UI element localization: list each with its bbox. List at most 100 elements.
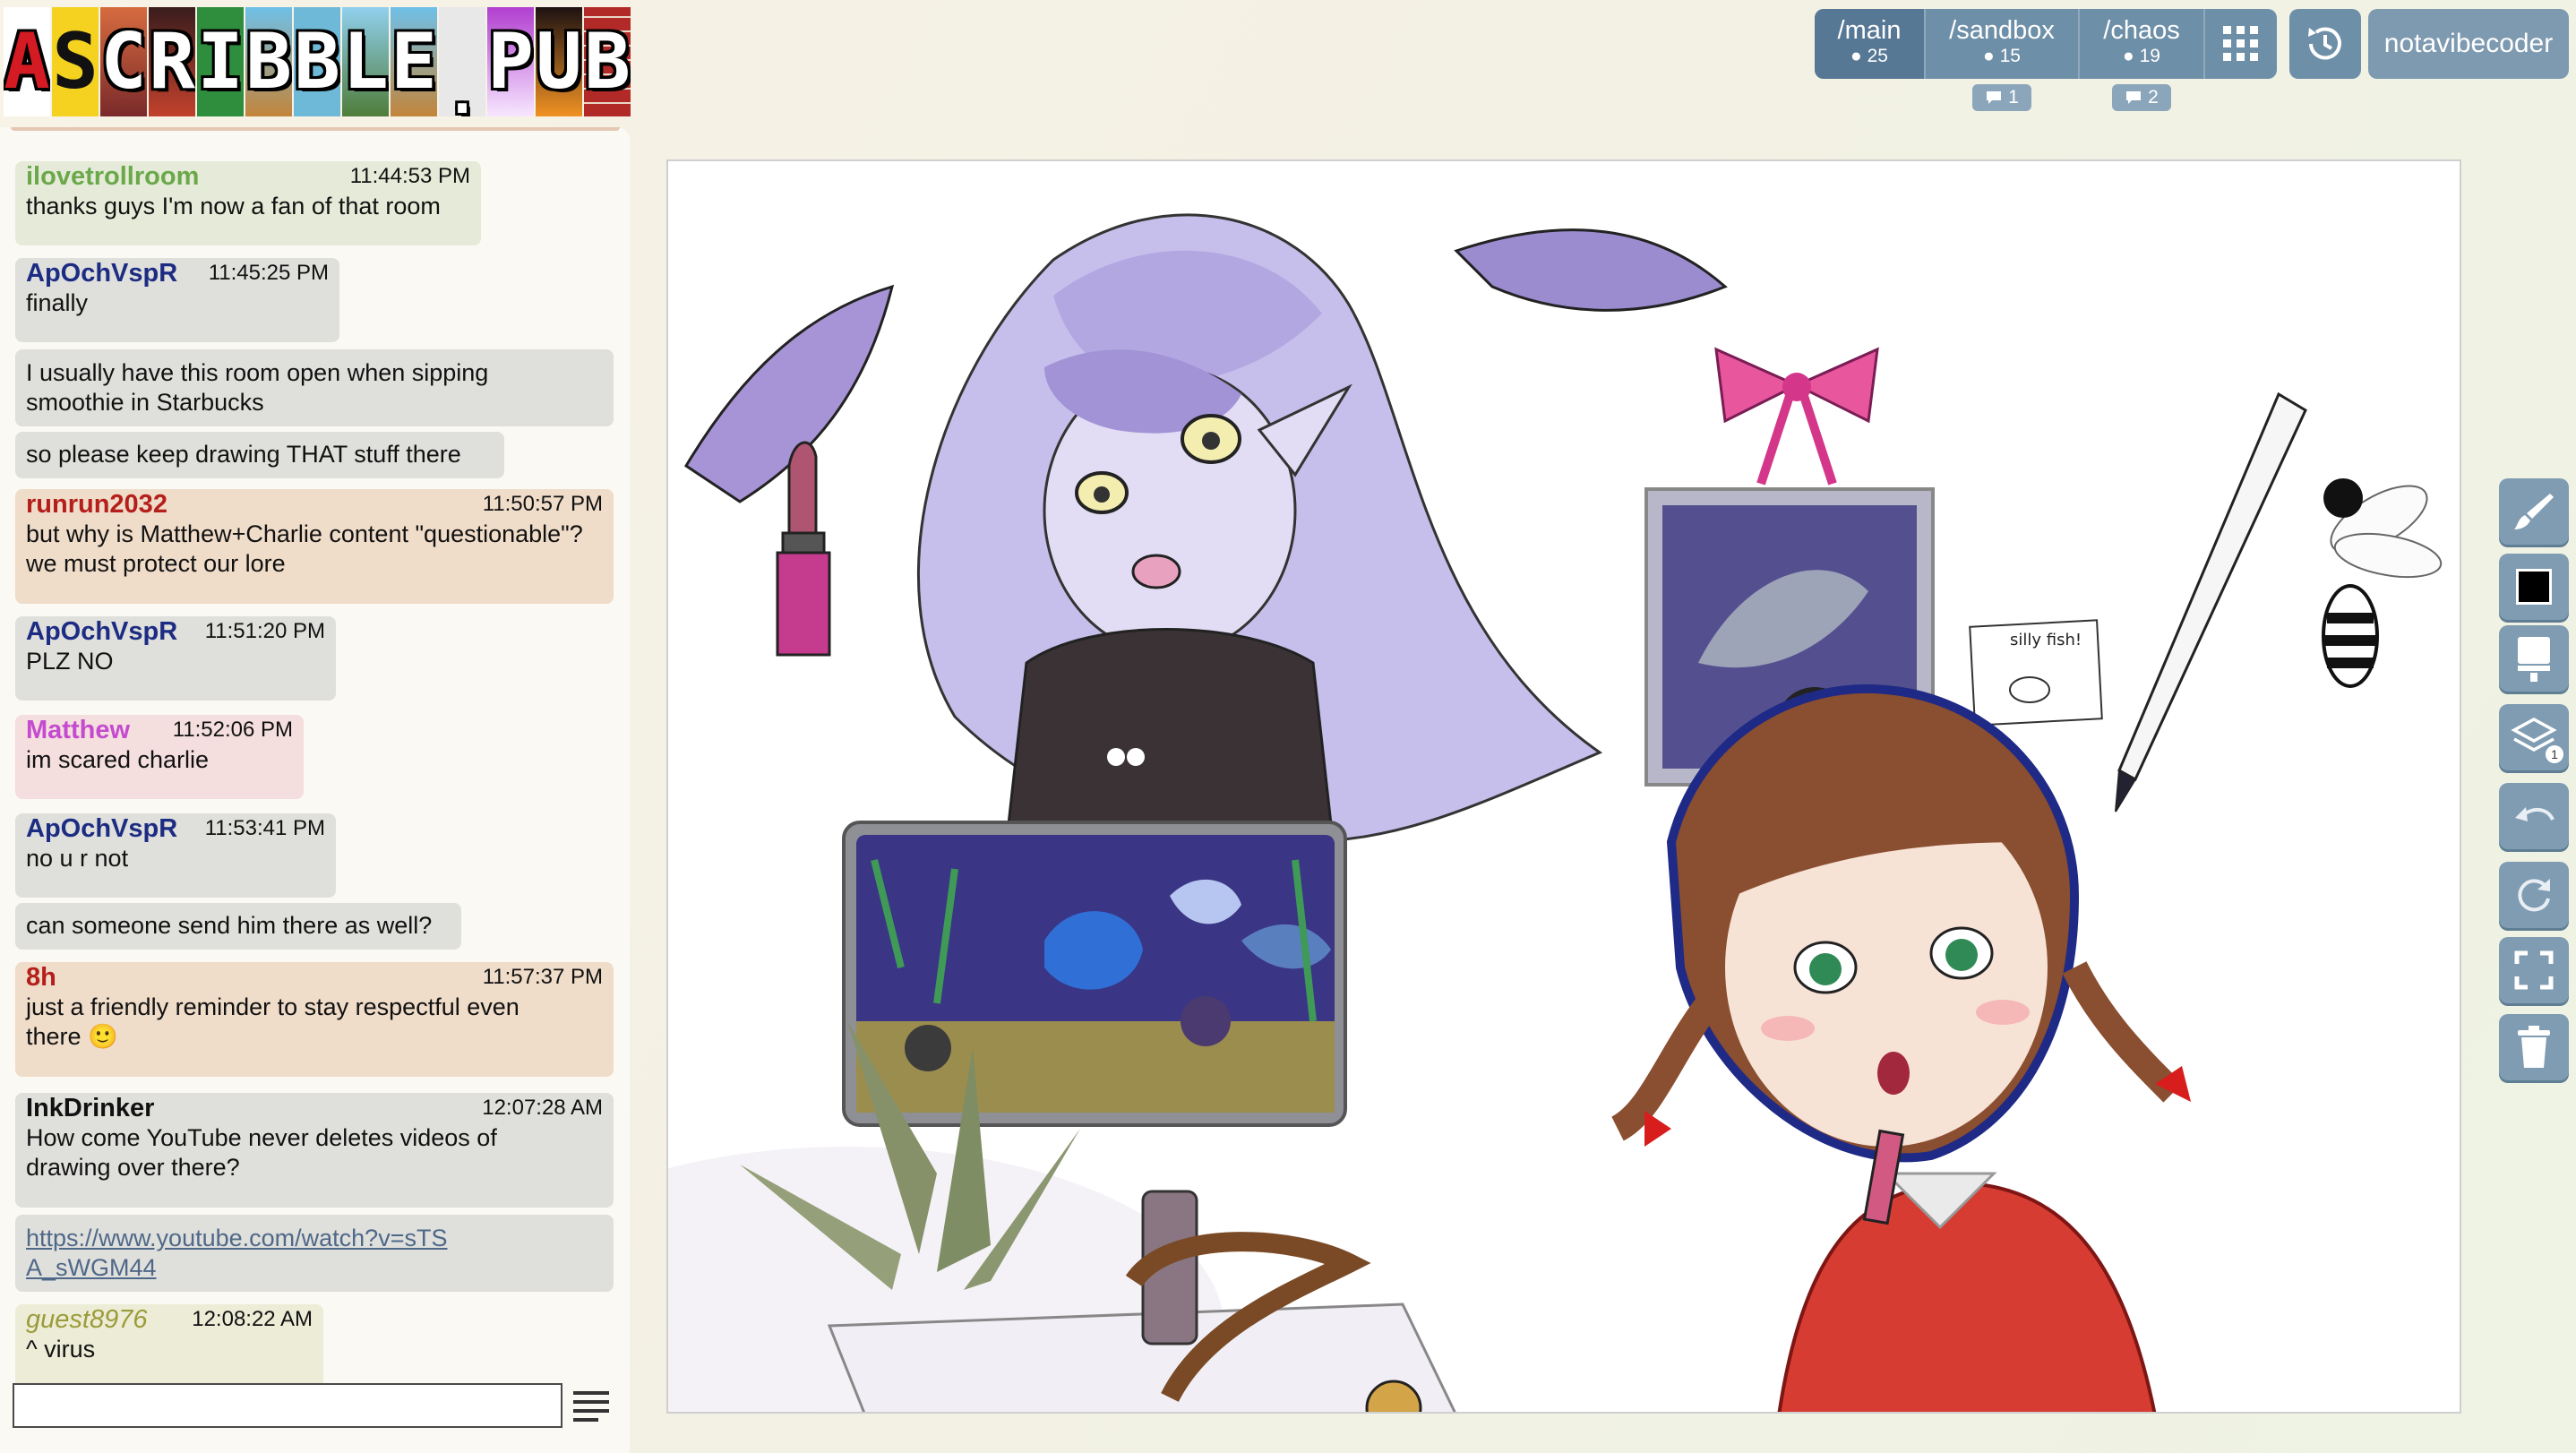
unread-count: 2 — [2148, 87, 2159, 107]
logo-letter: B — [245, 17, 292, 107]
logo-tile: B — [245, 7, 292, 116]
message-text: PLZ NO — [26, 648, 114, 675]
chat-message: can someone send him there as well? — [15, 903, 461, 950]
chat-message: Matthew 11:52:06 PM im scared charlie — [15, 715, 304, 799]
eraser-icon — [2518, 637, 2550, 682]
message-timestamp: 12:08:22 AM — [192, 1307, 313, 1331]
site-logo[interactable]: A S C R I B B L E . P U B — [4, 7, 631, 116]
logo-letter: B — [294, 17, 340, 107]
message-username[interactable]: ilovetrollroom — [26, 162, 199, 192]
message-timestamp: 11:50:57 PM — [482, 492, 603, 516]
chat-bubble-icon — [2126, 91, 2142, 104]
logo-letter: U — [536, 17, 582, 107]
message-username[interactable]: Matthew — [26, 716, 130, 745]
unread-badge-sandbox[interactable]: 1 — [1972, 84, 2031, 111]
redo-icon — [2518, 879, 2550, 912]
logo-tile: R — [149, 7, 195, 116]
message-timestamp: 12:07:28 AM — [482, 1096, 603, 1120]
message-text: can someone send him there as well? — [26, 912, 433, 939]
layers-button[interactable]: 1 — [2499, 704, 2569, 770]
logo-tile: L — [342, 7, 389, 116]
room-tab-chaos[interactable]: /chaos ● 19 — [2080, 9, 2205, 79]
message-text: How come YouTube never deletes videos of… — [26, 1124, 497, 1181]
silly-fish-sign: silly fish! — [1969, 619, 2103, 726]
room-user-count: ● 15 — [1983, 46, 2021, 66]
chat-message: so please keep drawing THAT stuff there — [15, 432, 504, 478]
chat-scroll-edge — [11, 127, 620, 131]
message-timestamp: 11:57:37 PM — [482, 965, 603, 989]
chat-panel: ilovetrollroom 11:44:53 PM thanks guys I'… — [0, 127, 630, 1453]
chat-message: ApOchVspR 11:53:41 PM no u r not — [15, 813, 336, 898]
message-text: so please keep drawing THAT stuff there — [26, 441, 461, 468]
message-username[interactable]: ApOchVspR — [26, 814, 177, 844]
message-link[interactable]: https://www.youtube.com/watch?v=sTSA_sWG… — [26, 1224, 456, 1283]
chat-message: https://www.youtube.com/watch?v=sTSA_sWG… — [15, 1215, 614, 1292]
brush-tool-button[interactable] — [2499, 478, 2569, 545]
history-button[interactable] — [2289, 9, 2361, 79]
sign-text: silly fish! — [2010, 631, 2082, 649]
message-text: just a friendly reminder to stay respect… — [26, 993, 519, 1050]
room-tabs: /main ● 25 /sandbox ● 15 /chaos ● 19 — [1815, 9, 2277, 79]
message-username[interactable]: ApOchVspR — [26, 259, 177, 288]
fullscreen-button[interactable] — [2499, 937, 2569, 1003]
chat-message: ilovetrollroom 11:44:53 PM thanks guys I'… — [15, 161, 481, 245]
message-username[interactable]: ApOchVspR — [26, 617, 177, 647]
logo-letter: C — [100, 17, 147, 107]
username-button[interactable]: notavibecoder — [2368, 9, 2569, 79]
chat-input[interactable] — [13, 1383, 562, 1428]
chat-message: ApOchVspR 11:51:20 PM PLZ NO — [15, 616, 336, 701]
unread-badge-chaos[interactable]: 2 — [2112, 84, 2171, 111]
message-username[interactable]: 8h — [26, 963, 56, 993]
message-timestamp: 11:44:53 PM — [349, 164, 470, 188]
chat-message: InkDrinker 12:07:28 AM How come YouTube n… — [15, 1093, 614, 1208]
message-timestamp: 11:51:20 PM — [204, 619, 325, 643]
logo-letter: A — [4, 17, 50, 107]
room-name: /main — [1837, 16, 1902, 45]
message-username[interactable]: runrun2032 — [26, 490, 167, 520]
logo-letter: P — [487, 17, 534, 107]
message-text: thanks guys I'm now a fan of that room — [26, 193, 441, 219]
room-name: /sandbox — [1949, 16, 2055, 45]
logo-letter: B — [584, 17, 631, 107]
unread-count: 1 — [2008, 87, 2019, 107]
logo-tile: B — [294, 7, 340, 116]
brush-icon — [2514, 494, 2554, 529]
logo-tile: I — [197, 7, 244, 116]
chat-message: 8h 11:57:37 PM just a friendly reminder t… — [15, 962, 614, 1077]
logo-tile: P — [487, 7, 534, 116]
logo-tile: A — [4, 7, 50, 116]
fullscreen-icon — [2514, 950, 2554, 990]
message-username[interactable]: InkDrinker — [26, 1094, 154, 1123]
room-tab-sandbox[interactable]: /sandbox ● 15 — [1926, 9, 2080, 79]
grid-icon — [2223, 26, 2258, 61]
logo-tile: . — [439, 7, 485, 116]
drawing-canvas[interactable]: silly fish! — [666, 159, 2461, 1414]
canvas-artwork: silly fish! — [668, 161, 2460, 1412]
chat-message: guest8976 12:08:22 AM ^ virus — [15, 1304, 323, 1389]
all-rooms-button[interactable] — [2205, 9, 2277, 79]
color-swatch — [2516, 569, 2552, 605]
room-count-value: 25 — [1867, 46, 1888, 66]
room-tab-main[interactable]: /main ● 25 — [1815, 9, 1926, 79]
message-text: im scared charlie — [26, 746, 210, 773]
clear-canvas-button[interactable] — [2499, 1014, 2569, 1080]
room-name: /chaos — [2103, 16, 2180, 45]
chat-menu-icon[interactable] — [571, 1389, 611, 1424]
undo-icon — [2515, 807, 2555, 821]
logo-letter: I — [197, 17, 244, 107]
trash-icon — [2518, 1026, 2550, 1068]
chat-message: I usually have this room open when sippi… — [15, 349, 614, 426]
logo-tile: B — [584, 7, 631, 116]
room-count-value: 19 — [2139, 46, 2160, 66]
redo-button[interactable] — [2499, 862, 2569, 928]
eraser-tool-button[interactable] — [2499, 625, 2569, 692]
message-username[interactable]: guest8976 — [26, 1305, 147, 1335]
chat-message: ApOchVspR 11:45:25 PM finally — [15, 258, 339, 342]
color-picker-button[interactable] — [2499, 554, 2569, 620]
undo-button[interactable] — [2499, 783, 2569, 849]
message-timestamp: 11:52:06 PM — [172, 718, 293, 742]
chat-message: runrun2032 11:50:57 PM but why is Matthew… — [15, 489, 614, 604]
room-user-count: ● 25 — [1850, 46, 1888, 66]
chat-bubble-icon — [1987, 91, 2002, 104]
history-icon — [2308, 27, 2341, 60]
